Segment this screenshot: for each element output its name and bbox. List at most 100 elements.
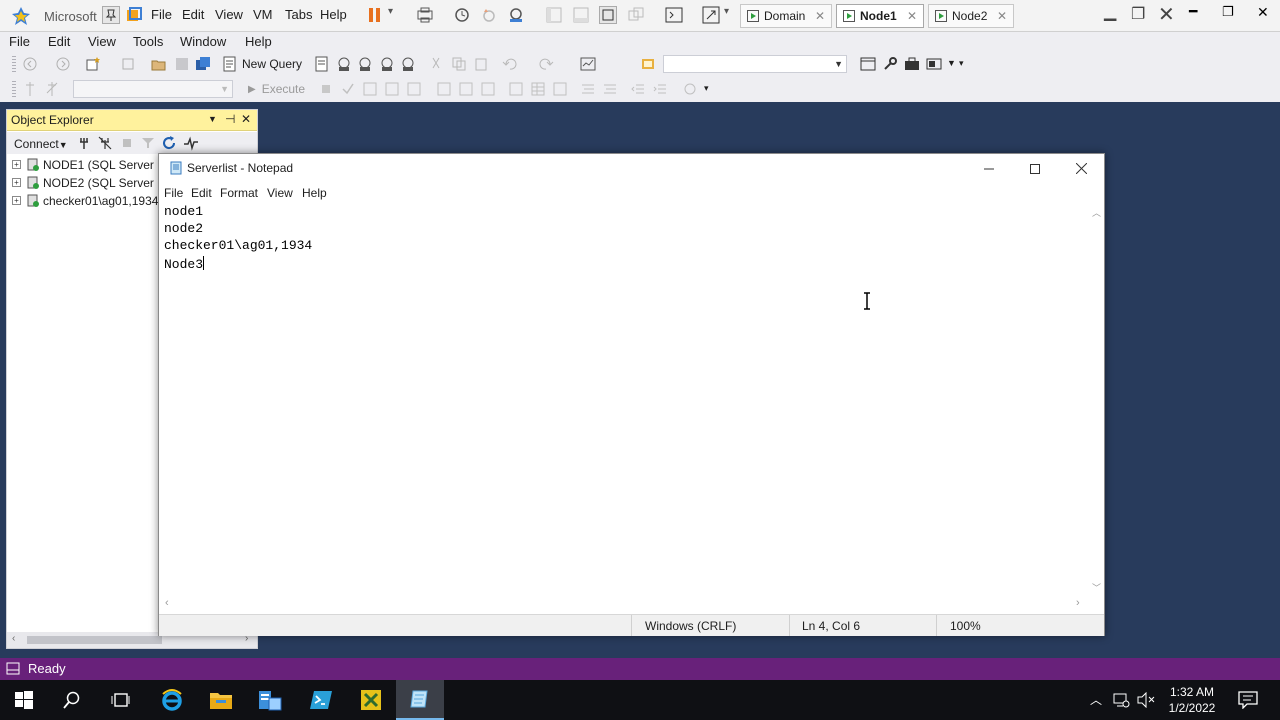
- expand-icon[interactable]: +: [12, 160, 21, 169]
- close-icon[interactable]: ✕: [907, 9, 917, 23]
- solution-configurations-icon[interactable]: [640, 56, 656, 72]
- solution-platform-select[interactable]: ▼: [663, 55, 847, 73]
- show-hidden-icons-icon[interactable]: ︿: [1090, 691, 1102, 708]
- notepad-hscroll[interactable]: ‹ ›: [160, 596, 1088, 612]
- vmware-minimize-icon[interactable]: ▁: [1104, 2, 1116, 22]
- pin-icon[interactable]: [102, 6, 120, 24]
- close-icon[interactable]: ✕: [815, 9, 825, 23]
- maximize-button[interactable]: [1012, 154, 1058, 183]
- send-ctrl-alt-del-icon[interactable]: [416, 6, 434, 24]
- snapshot-icon[interactable]: [453, 6, 471, 24]
- toolbar-overflow-icon[interactable]: ▾: [959, 58, 964, 69]
- live-query-stats-icon[interactable]: [458, 81, 474, 97]
- vmware-restore-icon[interactable]: ❐: [1131, 4, 1145, 24]
- specify-template-values-icon[interactable]: [682, 81, 698, 97]
- decrease-indent-icon[interactable]: [630, 81, 646, 97]
- save-all-icon[interactable]: [195, 56, 211, 72]
- open-file-icon[interactable]: [151, 56, 167, 72]
- minimize-button[interactable]: [966, 154, 1012, 183]
- stretch-dropdown-icon[interactable]: ▾: [724, 6, 729, 17]
- forward-icon[interactable]: [55, 56, 71, 72]
- client-statistics-icon[interactable]: [480, 81, 496, 97]
- window-position-icon[interactable]: ▼: [208, 114, 217, 124]
- vmware-menu-tabs[interactable]: Tabs: [285, 7, 312, 22]
- copy-icon[interactable]: [451, 56, 467, 72]
- cancel-query-icon[interactable]: [318, 81, 334, 97]
- full-screen-icon[interactable]: [599, 6, 617, 24]
- taskbar-server-manager[interactable]: [246, 680, 294, 720]
- vmware-close-icon[interactable]: ✕: [1158, 2, 1175, 27]
- unity-icon[interactable]: [627, 6, 645, 24]
- ssms-menu-help[interactable]: Help: [245, 34, 272, 49]
- vmware-menu-view[interactable]: View: [215, 7, 243, 22]
- vm-tab-domain[interactable]: Domain ✕: [740, 4, 832, 28]
- scroll-left-icon[interactable]: ‹: [12, 633, 15, 644]
- notepad-menu-file[interactable]: File: [164, 186, 183, 200]
- dmx-query-icon[interactable]: [357, 56, 373, 72]
- guest-close-icon[interactable]: ✕: [1257, 4, 1269, 21]
- notepad-vscroll[interactable]: ︿ ﹀: [1088, 203, 1104, 596]
- available-databases-select[interactable]: ▼: [73, 80, 233, 98]
- notepad-menu-view[interactable]: View: [267, 186, 293, 200]
- start-button[interactable]: [0, 680, 48, 720]
- thumbnail-bar-icon[interactable]: [572, 6, 590, 24]
- disconnect-icon[interactable]: [97, 135, 113, 151]
- task-view-button[interactable]: [96, 680, 144, 720]
- new-query-button[interactable]: New Query: [222, 53, 302, 75]
- guest-restore-icon[interactable]: ❐: [1222, 4, 1234, 20]
- expand-icon[interactable]: +: [12, 196, 21, 205]
- cut-icon[interactable]: [428, 56, 444, 72]
- close-icon[interactable]: ✕: [241, 112, 251, 126]
- revert-snapshot-icon[interactable]: [480, 6, 498, 24]
- results-to-text-icon[interactable]: [508, 81, 524, 97]
- pin-icon[interactable]: ⊣: [225, 112, 235, 126]
- taskbar-notepad[interactable]: [396, 680, 444, 720]
- taskbar-ssms[interactable]: [347, 680, 395, 720]
- toolbox-icon[interactable]: [904, 56, 920, 72]
- activity-monitor-icon[interactable]: [580, 56, 596, 72]
- properties-window-icon[interactable]: [860, 56, 876, 72]
- toolbar-options-icon[interactable]: ▼: [947, 58, 956, 68]
- suspend-icon[interactable]: [366, 6, 384, 24]
- toolbar-grip[interactable]: [12, 81, 16, 97]
- wrench-icon[interactable]: [882, 56, 898, 72]
- vmware-menu-edit[interactable]: Edit: [182, 7, 204, 22]
- execute-button[interactable]: ▶ Execute: [248, 80, 305, 98]
- toolbar-grip[interactable]: [12, 56, 16, 72]
- vm-tab-node1[interactable]: Node1 ✕: [836, 4, 924, 28]
- ssms-menu-window[interactable]: Window: [180, 34, 226, 49]
- back-icon[interactable]: [22, 56, 38, 72]
- xmla-query-icon[interactable]: [379, 56, 395, 72]
- vmware-menu-file[interactable]: File: [151, 7, 172, 22]
- results-to-grid-icon[interactable]: [530, 81, 546, 97]
- vmware-library-icon[interactable]: [125, 6, 143, 24]
- connect-icon[interactable]: [22, 81, 38, 97]
- network-icon[interactable]: [1112, 692, 1130, 708]
- new-project-icon[interactable]: [85, 56, 101, 72]
- disconnect-icon[interactable]: [44, 81, 60, 97]
- taskbar-file-explorer[interactable]: [197, 680, 245, 720]
- estimated-plan-icon[interactable]: [362, 81, 378, 97]
- notepad-menu-help[interactable]: Help: [302, 186, 327, 200]
- refresh-icon[interactable]: [161, 135, 177, 151]
- results-to-file-icon[interactable]: [552, 81, 568, 97]
- dax-query-icon[interactable]: [400, 56, 416, 72]
- taskbar-powershell[interactable]: [297, 680, 345, 720]
- stretch-guest-icon[interactable]: [702, 6, 720, 24]
- snapshot-manager-icon[interactable]: [507, 6, 525, 24]
- stop-icon[interactable]: [119, 135, 135, 151]
- uncomment-icon[interactable]: [602, 81, 618, 97]
- notifications-icon[interactable]: [1238, 691, 1258, 709]
- suspend-dropdown-icon[interactable]: ▾: [388, 6, 393, 17]
- notepad-titlebar[interactable]: Serverlist - Notepad: [159, 154, 1104, 183]
- query-options-icon[interactable]: [384, 81, 400, 97]
- comment-out-icon[interactable]: [580, 81, 596, 97]
- database-engine-query-icon[interactable]: [314, 56, 330, 72]
- redo-icon[interactable]: [538, 56, 554, 72]
- toolbar-overflow-icon[interactable]: ▾: [704, 83, 709, 94]
- paste-icon[interactable]: [473, 56, 489, 72]
- notepad-text-area[interactable]: node1 node2 checker01\ag01,1934 Node3: [160, 203, 1088, 596]
- parse-icon[interactable]: [340, 81, 356, 97]
- add-item-icon[interactable]: [120, 56, 136, 72]
- close-icon[interactable]: ✕: [997, 9, 1007, 23]
